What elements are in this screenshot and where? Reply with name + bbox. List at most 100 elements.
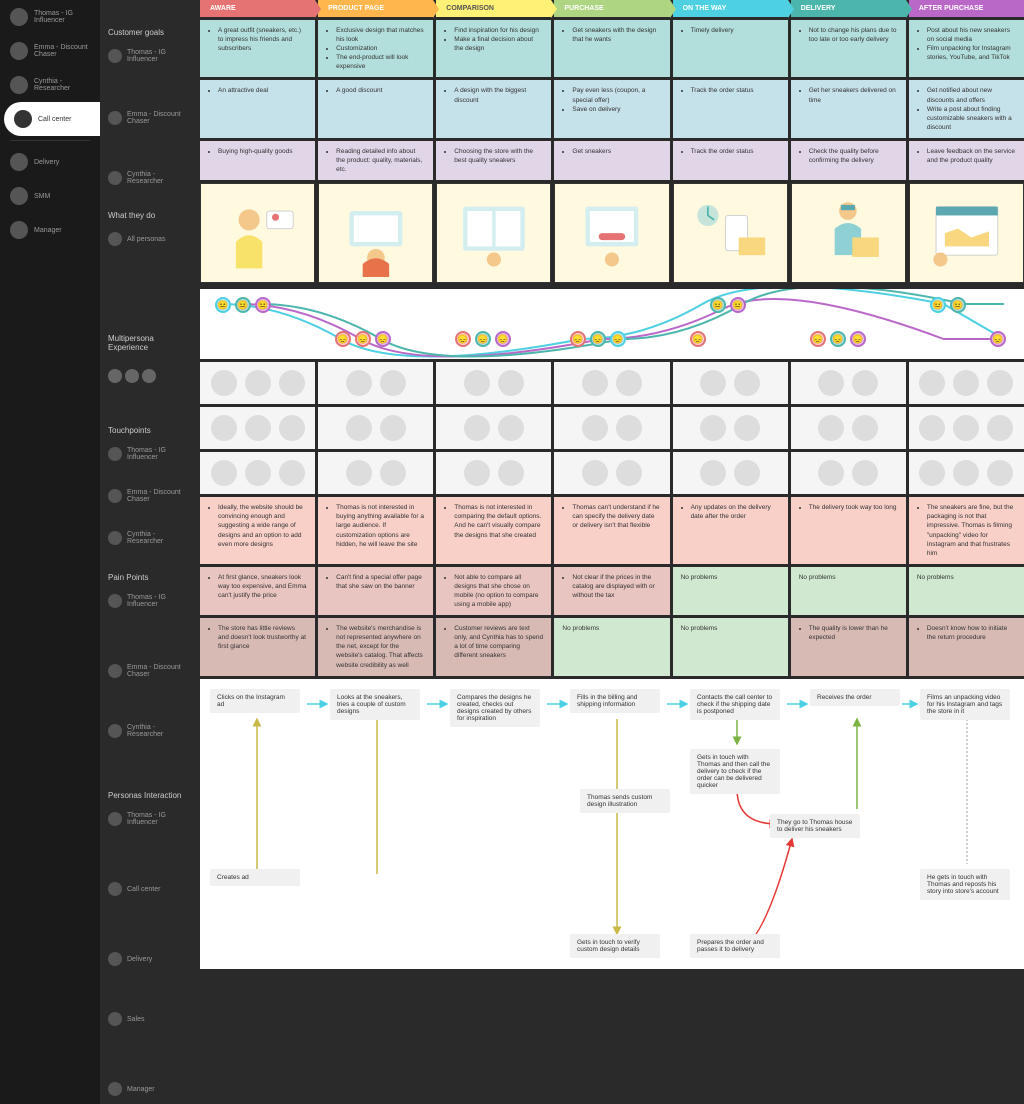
touchpoint-cell	[909, 407, 1024, 449]
touchpoint-cell	[200, 362, 315, 404]
touchpoint-cell	[200, 407, 315, 449]
illustration-product	[318, 183, 433, 283]
sidebar-item-emma[interactable]: Emma - Discount Chaser	[0, 34, 100, 68]
all-personas: All personas	[100, 224, 200, 254]
touchpoint-icon	[211, 370, 237, 396]
experience-curve: 😐 😐 😐 😞 😞 😞 😞 😞 😞 😞 😞 😞 😞 😐 😐 😞	[200, 289, 1024, 359]
illustration-aware	[200, 183, 315, 283]
touchpoints-row	[200, 407, 1024, 449]
touchpoint-cell	[318, 407, 433, 449]
goals-row: Buying high-quality goodsReading detaile…	[200, 141, 1024, 180]
avatar	[10, 42, 28, 60]
stage-aware: AWARE	[200, 0, 315, 17]
stage-comparison: COMPARISON	[436, 0, 551, 17]
touchpoint-icon	[616, 415, 642, 441]
goal-cell: Reading detailed info about the product:…	[318, 141, 433, 180]
touchpoint-icon	[498, 415, 524, 441]
touchpoint-cell	[673, 407, 788, 449]
pain-cell: The delivery took way too long	[791, 497, 906, 564]
pain-cell: Ideally, the website should be convincin…	[200, 497, 315, 564]
interaction-step: Gets in touch to verify custom design de…	[570, 934, 660, 958]
touchpoint-icon	[380, 415, 406, 441]
pain-row: Ideally, the website should be convincin…	[200, 497, 1024, 564]
touchpoint-icon	[498, 370, 524, 396]
interaction-step: Films an unpacking video for his Instagr…	[920, 689, 1010, 720]
section-pain-points: Pain Points	[100, 563, 200, 586]
goal-cell: Not to change his plans due to too late …	[791, 20, 906, 77]
sidebar-item-callcenter[interactable]: Call center	[4, 102, 100, 136]
sidebar-item-thomas[interactable]: Thomas - IG Influencer	[0, 0, 100, 34]
pain-cell: Can't find a special offer page that she…	[318, 567, 433, 615]
pain-cell: Doesn't know how to initiate the return …	[909, 618, 1024, 675]
goal-cell: Find inspiration for his designMake a fi…	[436, 20, 551, 77]
pain-cell: The sneakers are fine, but the packaging…	[909, 497, 1024, 564]
touchpoint-icon	[953, 415, 979, 441]
goal-cell: Leave feedback on the service and the pr…	[909, 141, 1024, 180]
avatar	[108, 232, 122, 246]
goal-cell: A design with the biggest discount	[436, 80, 551, 137]
touchpoint-icon	[734, 370, 760, 396]
touchpoint-icon	[818, 370, 844, 396]
pain-cell: No problems	[909, 567, 1024, 615]
touchpoints-row	[200, 362, 1024, 404]
touchpoint-icon	[919, 415, 945, 441]
goal-cell: Get notified about new discounts and off…	[909, 80, 1024, 137]
avatar	[10, 76, 28, 94]
illustration-after	[909, 183, 1024, 283]
sidebar-item-cynthia[interactable]: Cynthia - Researcher	[0, 68, 100, 102]
touchpoint-icon	[498, 460, 524, 486]
persona-cynthia: Cynthia - Researcher	[100, 163, 200, 193]
manager-icon	[10, 221, 28, 239]
headset-icon	[14, 110, 32, 128]
stage-headers: AWARE PRODUCT PAGE COMPARISON PURCHASE O…	[200, 0, 1024, 17]
touchpoint-icon	[852, 370, 878, 396]
pain-cell: Thomas is not interested in comparing th…	[436, 497, 551, 564]
avatar	[10, 8, 28, 26]
sidebar: Thomas - IG Influencer Emma - Discount C…	[0, 0, 100, 1104]
touchpoint-icon	[211, 415, 237, 441]
illustration-purchase	[554, 183, 669, 283]
pain-row: The store has little reviews and doesn't…	[200, 618, 1024, 675]
sidebar-item-manager[interactable]: Manager	[0, 213, 100, 247]
section-customer-goals: Customer goals	[100, 18, 200, 41]
interaction-step: Creates ad	[210, 869, 300, 886]
pain-cell: At first glance, sneakers look way too e…	[200, 567, 315, 615]
pain-cell: No problems	[554, 618, 669, 675]
persona-thomas: Thomas - IG Influencer	[100, 41, 200, 71]
touchpoint-cell	[791, 452, 906, 494]
touchpoint-icon	[582, 415, 608, 441]
touchpoint-icon	[953, 460, 979, 486]
goal-cell: Choosing the store with the best quality…	[436, 141, 551, 180]
journey-map: Customer goals Thomas - IG Influencer Em…	[100, 0, 1024, 1104]
goal-cell: A great outfit (sneakers, etc.) to impre…	[200, 20, 315, 77]
touchpoint-icon	[987, 460, 1013, 486]
touchpoint-icon	[464, 415, 490, 441]
touchpoint-cell	[791, 407, 906, 449]
interaction-step: He gets in touch with Thomas and reposts…	[920, 869, 1010, 900]
interaction-step: Clicks on the Instagram ad	[210, 689, 300, 713]
touchpoint-icon	[211, 460, 237, 486]
goals-row: A great outfit (sneakers, etc.) to impre…	[200, 20, 1024, 77]
smm-icon	[10, 187, 28, 205]
touchpoint-icon	[346, 415, 372, 441]
goal-cell: Get sneakers with the design that he wan…	[554, 20, 669, 77]
pain-cell: Thomas is not interested in buying anyth…	[318, 497, 433, 564]
goal-cell: Post about his new sneakers on social me…	[909, 20, 1024, 77]
interaction-flowchart: Clicks on the Instagram adLooks at the s…	[200, 679, 1024, 969]
pain-cell: The store has little reviews and doesn't…	[200, 618, 315, 675]
touchpoint-cell	[554, 362, 669, 404]
goal-cell: Buying high-quality goods	[200, 141, 315, 180]
stage-on-the-way: ON THE WAY	[673, 0, 788, 17]
illustration-compare	[436, 183, 551, 283]
touchpoint-icon	[700, 415, 726, 441]
sidebar-item-smm[interactable]: SMM	[0, 179, 100, 213]
illustration-ontheway	[673, 183, 788, 283]
avatar	[108, 49, 122, 63]
pain-cell: No problems	[673, 618, 788, 675]
stage-after-purchase: AFTER PURCHASE	[909, 0, 1024, 17]
sidebar-item-delivery[interactable]: Delivery	[0, 145, 100, 179]
goal-cell: A good discount	[318, 80, 433, 137]
touchpoint-icon	[734, 415, 760, 441]
persona-emma: Emma - Discount Chaser	[100, 103, 200, 133]
illustration-delivery	[791, 183, 906, 283]
